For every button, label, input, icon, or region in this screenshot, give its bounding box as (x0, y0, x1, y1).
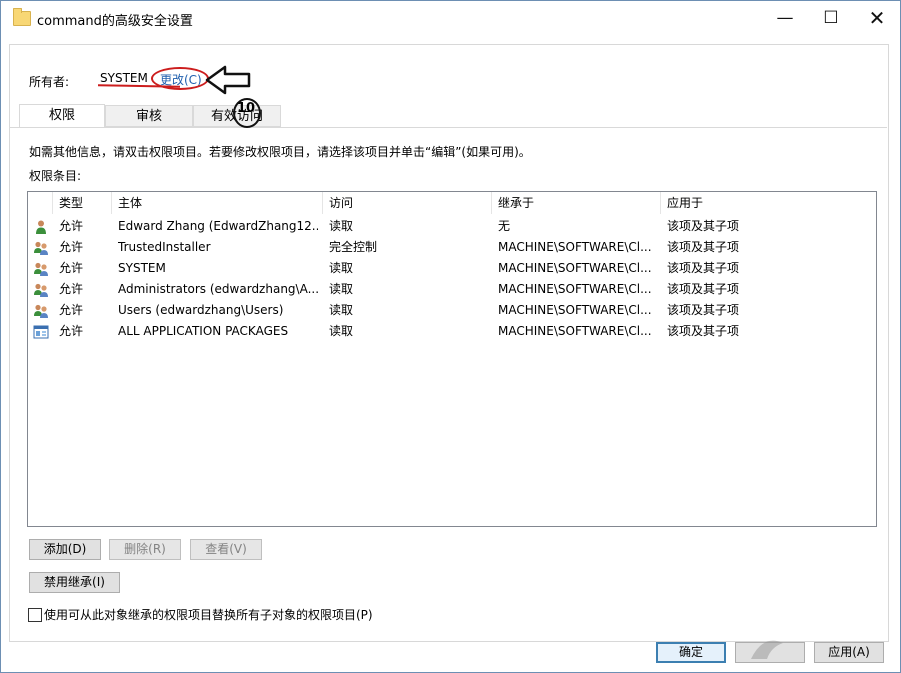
cell-principal: Edward Zhang (EdwardZhang12... (118, 219, 318, 233)
cell-principal: SYSTEM (118, 261, 166, 275)
advanced-security-window: command的高级安全设置 — ☐ ✕ 所有者: SYSTEM 更改(C) 权… (0, 0, 901, 673)
cell-inherited-from: MACHINE\SOFTWARE\Cl... (498, 282, 652, 296)
cell-type: 允许 (59, 219, 84, 233)
column-header-applies-to[interactable]: 应用于 (661, 192, 876, 214)
cell-principal: ALL APPLICATION PACKAGES (118, 324, 289, 338)
cell-applies-to: 该项及其子项 (667, 240, 740, 254)
add-button[interactable]: 添加(D) (29, 539, 101, 560)
table-row[interactable]: 允许 SYSTEM 读取 MACHINE\SOFTWARE\Cl... 该项及其子项 (28, 258, 876, 279)
cell-inherited-from: MACHINE\SOFTWARE\Cl... (498, 240, 652, 254)
tab-divider (9, 127, 887, 128)
cell-applies-to: 该项及其子项 (667, 303, 740, 317)
table-row[interactable]: 允许 TrustedInstaller 完全控制 MACHINE\SOFTWARE\C… (28, 237, 876, 258)
cell-applies-to: 该项及其子项 (667, 324, 740, 338)
app-packages-icon (33, 324, 49, 340)
cell-applies-to: 该项及其子项 (667, 282, 740, 296)
table-row[interactable]: 允许 Users (edwardzhang\Users) 读取 MACHINE\SOF… (28, 300, 876, 321)
ok-button[interactable]: 确定 (656, 642, 726, 663)
user-group-icon (33, 240, 49, 256)
tab-permissions[interactable]: 权限 (19, 104, 105, 128)
folder-icon (13, 8, 31, 26)
view-button[interactable]: 查看(V) (190, 539, 262, 560)
cell-access: 读取 (329, 219, 354, 233)
permission-entries-list[interactable]: 类型 主体 访问 继承于 应用于 允许 Edward Zhang (EdwardZ… (27, 191, 877, 527)
annotation-number: 10 (237, 101, 256, 116)
table-row[interactable]: 允许 Administrators (edwardzhang\A... 读取 MACH… (28, 279, 876, 300)
user-icon (33, 219, 49, 235)
owner-value: SYSTEM (100, 71, 148, 85)
cell-type: 允许 (59, 303, 84, 317)
info-text: 如需其他信息，请双击权限项目。若要修改权限项目，请选择该项目并单击“编辑”(如果… (29, 145, 531, 159)
table-row[interactable]: 允许 Edward Zhang (EdwardZhang12... 读取 无 该项及其子… (28, 216, 876, 237)
remove-button[interactable]: 删除(R) (109, 539, 181, 560)
user-group-icon (33, 282, 49, 298)
cell-type: 允许 (59, 282, 84, 296)
column-header-inherited-from[interactable]: 继承于 (492, 192, 661, 214)
cell-type: 允许 (59, 261, 84, 275)
permission-entries-label: 权限条目: (29, 169, 82, 183)
column-header-principal[interactable]: 主体 (112, 192, 323, 214)
close-button[interactable]: ✕ (854, 1, 900, 35)
replace-child-permissions-checkbox[interactable] (28, 608, 42, 622)
cell-inherited-from: MACHINE\SOFTWARE\Cl... (498, 324, 652, 338)
cell-principal: Administrators (edwardzhang\A... (118, 282, 318, 296)
cell-access: 读取 (329, 261, 354, 275)
disable-inheritance-button[interactable]: 禁用继承(I) (29, 572, 120, 593)
cell-principal: Users (edwardzhang\Users) (118, 303, 284, 317)
table-row[interactable]: 允许 ALL APPLICATION PACKAGES 读取 MACHINE\SOFT… (28, 321, 876, 342)
maximize-button[interactable]: ☐ (808, 1, 854, 35)
cell-applies-to: 该项及其子项 (667, 261, 740, 275)
cell-inherited-from: MACHINE\SOFTWARE\Cl... (498, 261, 652, 275)
cell-type: 允许 (59, 324, 84, 338)
replace-child-permissions-label[interactable]: 使用可从此对象继承的权限项目替换所有子对象的权限项目(P) (44, 606, 373, 623)
window-title: command的高级安全设置 (37, 14, 193, 29)
owner-label: 所有者: (29, 75, 70, 89)
column-header-type[interactable]: 类型 (53, 192, 112, 214)
cell-type: 允许 (59, 240, 84, 254)
cell-applies-to: 该项及其子项 (667, 219, 740, 233)
minimize-button[interactable]: — (762, 1, 808, 35)
user-group-icon (33, 303, 49, 319)
cell-access: 完全控制 (329, 240, 378, 254)
annotation-arrow-icon (205, 65, 251, 95)
watermark-logo-icon (751, 640, 783, 659)
tab-strip: 权限 审核 有效访问 (19, 104, 887, 128)
cell-inherited-from: 无 (498, 219, 511, 233)
user-group-icon (33, 261, 49, 277)
column-header-icon (28, 192, 53, 214)
title-bar[interactable]: command的高级安全设置 — ☐ ✕ (1, 1, 900, 37)
cell-principal: TrustedInstaller (118, 240, 211, 254)
cell-access: 读取 (329, 324, 354, 338)
cell-access: 读取 (329, 282, 354, 296)
tab-auditing[interactable]: 审核 (105, 105, 193, 127)
annotation-ellipse (151, 67, 209, 90)
cell-inherited-from: MACHINE\SOFTWARE\Cl... (498, 303, 652, 317)
cell-access: 读取 (329, 303, 354, 317)
list-header: 类型 主体 访问 继承于 应用于 (28, 192, 876, 214)
column-header-access[interactable]: 访问 (323, 192, 492, 214)
